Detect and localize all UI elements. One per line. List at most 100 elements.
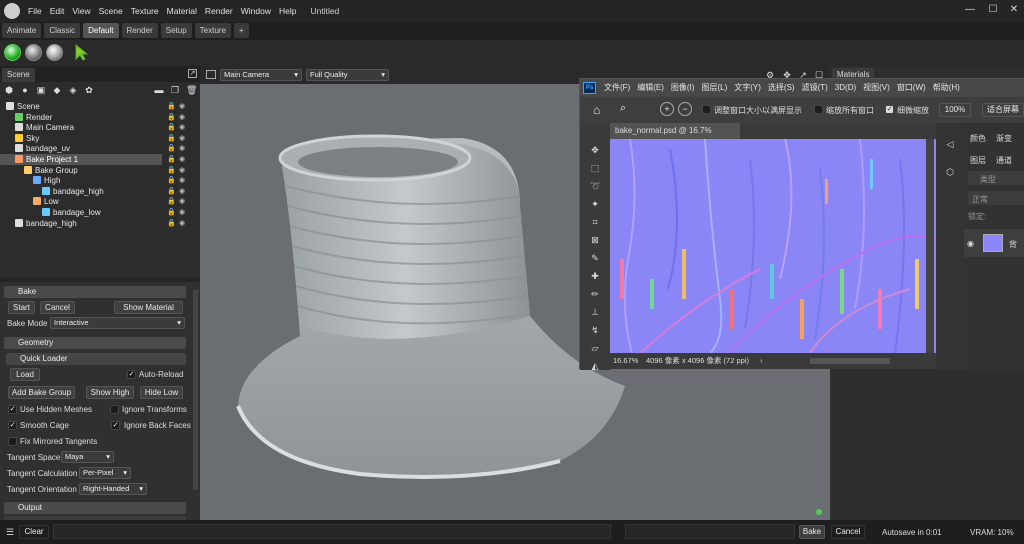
menu-render[interactable]: Render xyxy=(201,0,237,22)
menu-help[interactable]: Help xyxy=(275,0,300,22)
start-button[interactable]: Start xyxy=(8,301,35,314)
menu-texture[interactable]: Texture xyxy=(127,0,163,22)
menu-material[interactable]: Material xyxy=(163,0,201,22)
folder-icon[interactable]: ▬ xyxy=(154,85,164,95)
marquee-tool-icon[interactable]: ⬚ xyxy=(590,163,600,173)
load-button[interactable]: Load xyxy=(10,368,40,381)
close-icon[interactable]: ✕ xyxy=(1006,3,1022,17)
ps-menu-select[interactable]: 选择(S) xyxy=(768,79,795,97)
paint-bucket-icon[interactable]: ◭ xyxy=(590,361,600,371)
smooth-cage-checkbox[interactable]: ✓ xyxy=(8,421,17,430)
lock-icon[interactable]: 🔒 xyxy=(167,102,176,110)
add-mesh-icon[interactable]: ◆ xyxy=(52,85,62,95)
clear-button[interactable]: Clear xyxy=(19,525,49,539)
select-cursor-icon[interactable] xyxy=(74,44,88,61)
ignore-back-faces-checkbox[interactable]: ✓ xyxy=(111,421,120,430)
use-hidden-meshes-checkbox[interactable]: ✓ xyxy=(8,405,17,414)
ps-menu-help[interactable]: 帮助(H) xyxy=(933,79,960,97)
menu-window[interactable]: Window xyxy=(237,0,275,22)
white-sphere-icon[interactable] xyxy=(46,44,63,61)
menu-scene[interactable]: Scene xyxy=(95,0,127,22)
visibility-icon[interactable]: ◉ xyxy=(179,134,188,142)
tab-channels[interactable]: 通道 xyxy=(996,155,1012,166)
healing-brush-icon[interactable]: ✚ xyxy=(590,271,600,281)
stamp-tool-icon[interactable]: ⊥ xyxy=(590,307,600,317)
zoom-out-icon[interactable]: − xyxy=(678,102,692,116)
quick-loader-header[interactable]: Quick Loader xyxy=(6,353,186,365)
ps-menu-layer[interactable]: 图层(L) xyxy=(701,79,727,97)
zoom-tool-icon[interactable]: ⌕ xyxy=(620,102,636,116)
photoshop-window[interactable]: Ps 文件(F) 编辑(E) 图像(I) 图层(L) 文字(Y) 选择(S) 滤… xyxy=(579,78,1024,371)
ps-horizontal-scrollbar[interactable] xyxy=(810,358,890,364)
ps-menu-image[interactable]: 图像(I) xyxy=(671,79,695,97)
scene-tree-item[interactable]: Bake Project 1 xyxy=(0,154,162,165)
add-light-icon[interactable]: ● xyxy=(20,85,30,95)
lock-icon[interactable]: 🔒 xyxy=(167,113,176,121)
visibility-icon[interactable]: ◉ xyxy=(179,123,188,131)
layer-name[interactable]: 背 xyxy=(1009,239,1017,250)
tab-render[interactable]: Render xyxy=(121,23,158,38)
crop-tool-icon[interactable]: ⌗ xyxy=(590,217,600,227)
tab-texture[interactable]: Texture xyxy=(194,23,231,38)
tab-gradient[interactable]: 渐变 xyxy=(996,133,1012,144)
cancel-bake-button[interactable]: Cancel xyxy=(40,301,75,314)
add-group-icon[interactable]: ✿ xyxy=(84,85,94,95)
scrubby-zoom-checkbox[interactable]: ✓ xyxy=(885,105,894,114)
maximize-icon[interactable]: ☐ xyxy=(985,3,1001,17)
tab-color[interactable]: 颜色 xyxy=(970,133,986,144)
minimize-icon[interactable]: — xyxy=(962,3,978,17)
ps-menu-type[interactable]: 文字(Y) xyxy=(734,79,761,97)
tab-setup[interactable]: Setup xyxy=(160,23,192,38)
add-camera-icon[interactable]: ▣ xyxy=(36,85,46,95)
home-icon[interactable]: ⌂ xyxy=(593,103,607,117)
show-material-button[interactable]: Show Material xyxy=(114,301,183,314)
ps-menu-window[interactable]: 窗口(W) xyxy=(897,79,926,97)
menu-file[interactable]: File xyxy=(24,0,46,22)
quality-select[interactable]: Full Quality ▾ xyxy=(306,69,389,81)
cancel-button[interactable]: Cancel xyxy=(831,525,865,539)
lock-icon[interactable]: 🔒 xyxy=(167,187,176,195)
tangent-orientation-select[interactable]: Right-Handed ▾ xyxy=(79,483,147,495)
visibility-icon[interactable]: ◉ xyxy=(179,208,188,216)
layer-visibility-icon[interactable]: ◉ xyxy=(967,239,974,248)
tangent-calculation-select[interactable]: Per-Pixel ▾ xyxy=(79,467,131,479)
visibility-icon[interactable]: ◉ xyxy=(179,102,188,110)
bake-panel-scrollbar[interactable] xyxy=(193,290,198,490)
add-bake-group-button[interactable]: Add Bake Group xyxy=(8,386,75,399)
tab-scene[interactable]: Scene xyxy=(2,68,35,82)
console-icon[interactable]: ☰ xyxy=(5,527,15,537)
zoom-all-checkbox[interactable] xyxy=(814,105,823,114)
tab-add[interactable]: + xyxy=(233,23,249,38)
visibility-icon[interactable]: ◉ xyxy=(179,176,188,184)
tab-animate[interactable]: Animate xyxy=(2,23,42,38)
bake-mode-select[interactable]: Interactive ▾ xyxy=(50,317,185,329)
visibility-icon[interactable]: ◉ xyxy=(179,197,188,205)
popout-icon[interactable]: ↗ xyxy=(188,69,197,78)
menu-edit[interactable]: Edit xyxy=(46,0,69,22)
lock-icon[interactable]: 🔒 xyxy=(167,197,176,205)
ps-menu-file[interactable]: 文件(F) xyxy=(604,79,630,97)
zoom-100-button[interactable]: 100% xyxy=(939,103,971,117)
bake-section-header[interactable]: Bake xyxy=(4,286,186,298)
ignore-transforms-checkbox[interactable] xyxy=(110,405,119,414)
zoom-in-icon[interactable]: + xyxy=(660,102,674,116)
lock-icon[interactable]: 🔒 xyxy=(167,219,176,227)
menu-view[interactable]: View xyxy=(68,0,94,22)
tangent-space-select[interactable]: Maya ▾ xyxy=(61,451,114,463)
lock-icon[interactable]: 🔒 xyxy=(167,176,176,184)
ps-document-tab[interactable]: bake_normal.psd @ 16.7%(RGB/8#)× xyxy=(610,123,740,151)
frame-tool-icon[interactable]: ⊠ xyxy=(590,235,600,245)
panel-toggle-icon[interactable]: ◁ xyxy=(945,139,955,149)
lasso-tool-icon[interactable]: ➰ xyxy=(590,181,601,191)
fix-mirrored-tangents-checkbox[interactable] xyxy=(8,437,17,446)
visibility-icon[interactable]: ◉ xyxy=(179,187,188,195)
show-high-button[interactable]: Show High xyxy=(86,386,134,399)
move-tool-icon[interactable]: ✥ xyxy=(590,145,600,155)
history-brush-icon[interactable]: ↯ xyxy=(590,325,600,335)
hide-low-button[interactable]: Hide Low xyxy=(140,386,183,399)
lock-icon[interactable]: 🔒 xyxy=(167,155,176,163)
ps-zoom-level[interactable]: 16.67% xyxy=(613,353,638,369)
gray-sphere-icon[interactable] xyxy=(25,44,42,61)
layer-filter-field[interactable]: 类型 xyxy=(968,171,1024,185)
bake-button[interactable]: Bake xyxy=(799,525,825,539)
